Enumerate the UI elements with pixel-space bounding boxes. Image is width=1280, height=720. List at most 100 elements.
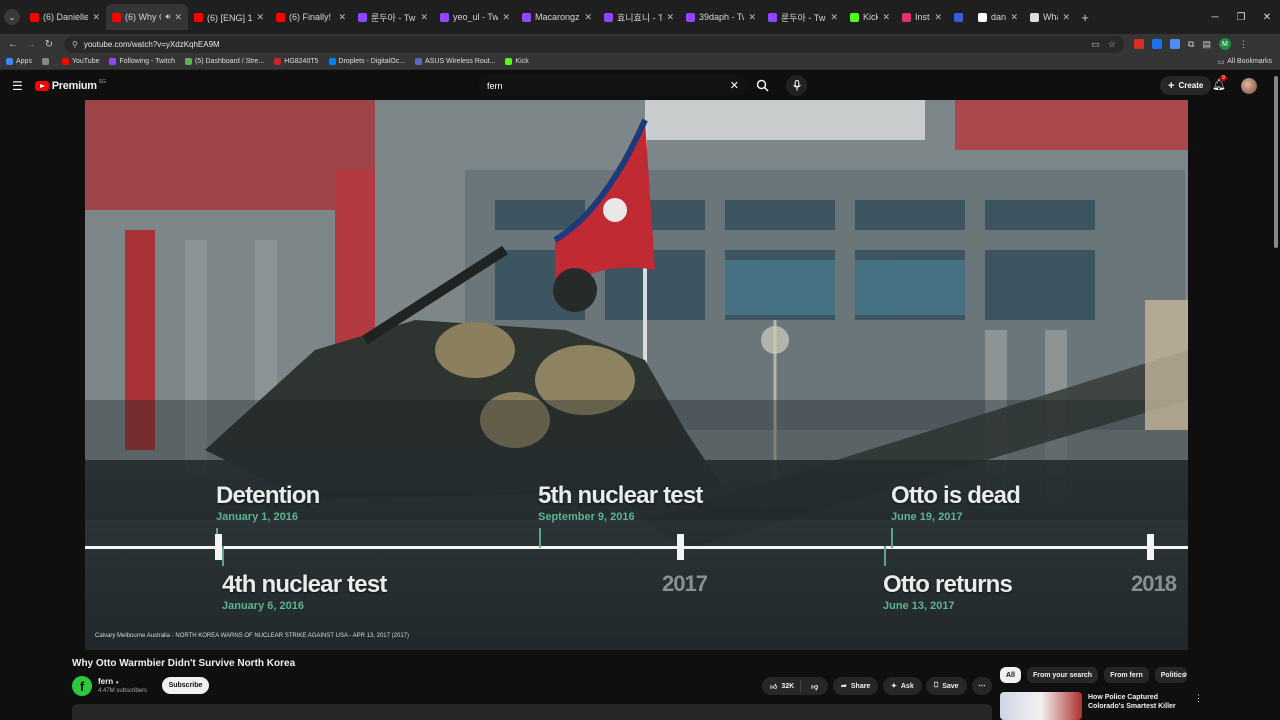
chip-from-channel[interactable]: From fern [1104, 667, 1149, 683]
bookmark-item[interactable]: Apps [6, 58, 32, 65]
bookmark-item[interactable] [41, 58, 52, 65]
tab-close-icon[interactable]: ✕ [934, 12, 942, 23]
bookmark-item[interactable]: Droplets - DigitalOc... [328, 58, 405, 65]
tab-favicon-icon [604, 12, 613, 22]
chip-all[interactable]: All [1000, 667, 1021, 683]
chrome-menu-icon[interactable]: ⋮ [1239, 39, 1248, 50]
close-window-icon[interactable]: ✕ [1254, 12, 1280, 23]
browser-tab[interactable]: Kick ✕ [844, 4, 896, 30]
save-button[interactable]: ⎕ Save [926, 677, 967, 695]
bookmark-favicon-icon [61, 58, 69, 65]
browser-tab[interactable]: 효니효니 - Twitch✕ [598, 4, 680, 30]
browser-tab[interactable]: (6) Danielle mars✕ [24, 4, 106, 30]
extensions-puzzle-icon[interactable]: ⧉ [1188, 39, 1194, 50]
voice-search-icon[interactable] [786, 75, 807, 96]
share-button[interactable]: ➦ Share [833, 677, 879, 695]
tab-close-icon[interactable]: ✕ [92, 12, 100, 23]
tab-close-icon[interactable]: ✕ [882, 12, 890, 23]
tab-label: yeo_ul - Twitch [453, 12, 499, 22]
youtube-logo[interactable]: Premium SG [34, 79, 106, 92]
video-player[interactable]: Detention January 1, 2016 5th nuclear te… [85, 100, 1188, 650]
bookmark-item[interactable]: YouTube [61, 58, 99, 65]
create-button[interactable]: + Create [1160, 76, 1212, 95]
browser-tab[interactable]: yeo_ul - Twitch✕ [434, 4, 516, 30]
browser-tab[interactable]: 룬두아 - Twitch✕ [352, 4, 434, 30]
guide-menu-icon[interactable]: ☰ [12, 79, 23, 93]
extension-icon[interactable] [1170, 39, 1180, 49]
ask-button[interactable]: ✦ Ask [883, 677, 922, 695]
description-box[interactable] [72, 704, 992, 720]
bookmark-item[interactable]: HG8240T5 [274, 58, 319, 65]
sidepanel-icon[interactable]: ▤ [1202, 39, 1211, 50]
browser-tab[interactable]: (6) Finally! Direct ✕ [270, 4, 352, 30]
bookmark-star-icon[interactable]: ☆ [1108, 39, 1116, 50]
subscribe-button[interactable]: Subscribe [162, 677, 209, 694]
browser-tab[interactable]: ✕ [948, 4, 972, 30]
bookmark-item[interactable]: ASUS Wireless Rout... [415, 58, 495, 65]
browser-tab[interactable]: Macarongz - Twi ✕ [516, 4, 598, 30]
extension-icon[interactable] [1152, 39, 1162, 49]
clear-search-icon[interactable]: ✕ [730, 79, 739, 92]
cast-icon[interactable]: ▭ [1091, 39, 1100, 50]
tab-close-icon[interactable]: ✕ [256, 12, 264, 23]
browser-tab[interactable]: danielle ig - Goo✕ [972, 4, 1024, 30]
notifications-bell-icon[interactable]: 🔔︎ 9 [1212, 75, 1227, 91]
recommendation-thumbnail[interactable] [1000, 692, 1082, 720]
chip-from-search[interactable]: From your search [1026, 667, 1099, 683]
tab-favicon-icon [194, 12, 203, 22]
like-button[interactable]: 👍︎ 32K [762, 680, 802, 692]
tab-label: danielle ig - Goo [991, 12, 1007, 22]
browser-tab[interactable]: 39daph - Twitch ✕ [680, 4, 762, 30]
tab-list: (6) Danielle mars✕(6) Why Otto🔊︎✕(6) [EN… [24, 4, 1076, 30]
back-icon[interactable]: ← [4, 39, 22, 50]
scrollbar-thumb[interactable] [1274, 76, 1278, 248]
tab-close-icon[interactable]: ✕ [1010, 12, 1018, 23]
recommendation-title[interactable]: How Police Captured Colorado's Smartest … [1088, 693, 1188, 711]
channel-avatar[interactable]: f [72, 676, 92, 696]
tab-close-icon[interactable]: ✕ [666, 12, 674, 23]
address-bar[interactable]: ⚲ youtube.com/watch?v=yXdzKqhEA9M ▭ ☆ [64, 35, 1124, 53]
chip-politics[interactable]: Politics [1154, 667, 1187, 683]
tab-close-icon[interactable]: ✕ [748, 12, 756, 23]
browser-tab[interactable]: (6) Why Otto 🔊︎ ✕ [106, 4, 188, 30]
tab-close-icon[interactable]: ✕ [830, 12, 838, 23]
tab-label: 룬두아 - Twitch [371, 12, 417, 23]
dislike-button[interactable]: 👎︎ [805, 682, 818, 691]
channel-name-text: fern [98, 677, 114, 686]
bookmark-item[interactable]: (5) Dashboard / Stre... [185, 58, 264, 65]
more-actions-button[interactable]: ⋯ [972, 677, 992, 695]
reload-icon[interactable]: ↻ [40, 39, 58, 50]
extension-icon[interactable] [1134, 39, 1144, 49]
new-tab-button[interactable]: + [1076, 8, 1094, 26]
site-info-icon[interactable]: ⚲ [72, 40, 78, 49]
tab-search-icon[interactable]: ⌄ [4, 9, 20, 25]
all-bookmarks[interactable]: ▭ All Bookmarks [1218, 58, 1280, 66]
minimize-icon[interactable]: ─ [1202, 12, 1228, 23]
browser-tab[interactable]: Instagram ✕ [896, 4, 948, 30]
tab-audio-icon[interactable]: 🔊︎ [165, 12, 170, 22]
channel-name[interactable]: fern ● [98, 677, 119, 686]
bookmark-item[interactable]: Following - Twitch [109, 58, 175, 65]
tab-close-icon[interactable]: ✕ [1062, 12, 1070, 23]
event-title: Detention [216, 482, 320, 509]
timeline-tick [891, 528, 893, 548]
tab-close-icon[interactable]: ✕ [174, 12, 182, 23]
restore-icon[interactable]: ❐ [1228, 12, 1254, 23]
tab-close-icon[interactable]: ✕ [584, 12, 592, 23]
profile-avatar[interactable]: M [1218, 38, 1231, 50]
account-avatar[interactable] [1241, 78, 1257, 94]
search-input[interactable]: fern ✕ [478, 75, 748, 96]
tab-close-icon[interactable]: ✕ [420, 12, 428, 23]
browser-tab[interactable]: (6) [ENG] 16년지✕ [188, 4, 270, 30]
chevron-right-icon[interactable]: › [1184, 669, 1187, 680]
event-title: Otto is dead [891, 482, 1021, 509]
tab-label: Instagram [915, 12, 930, 22]
more-vertical-icon[interactable]: ⋮ [1194, 693, 1203, 704]
browser-tab[interactable]: 룬두아 - Twitch✕ [762, 4, 844, 30]
tab-close-icon[interactable]: ✕ [502, 12, 510, 23]
forward-icon[interactable]: → [22, 39, 40, 50]
search-icon[interactable] [751, 75, 773, 96]
tab-close-icon[interactable]: ✕ [338, 12, 346, 23]
bookmark-item[interactable]: Kick [505, 58, 529, 65]
browser-tab[interactable]: What Did Daniell ✕ [1024, 4, 1076, 30]
